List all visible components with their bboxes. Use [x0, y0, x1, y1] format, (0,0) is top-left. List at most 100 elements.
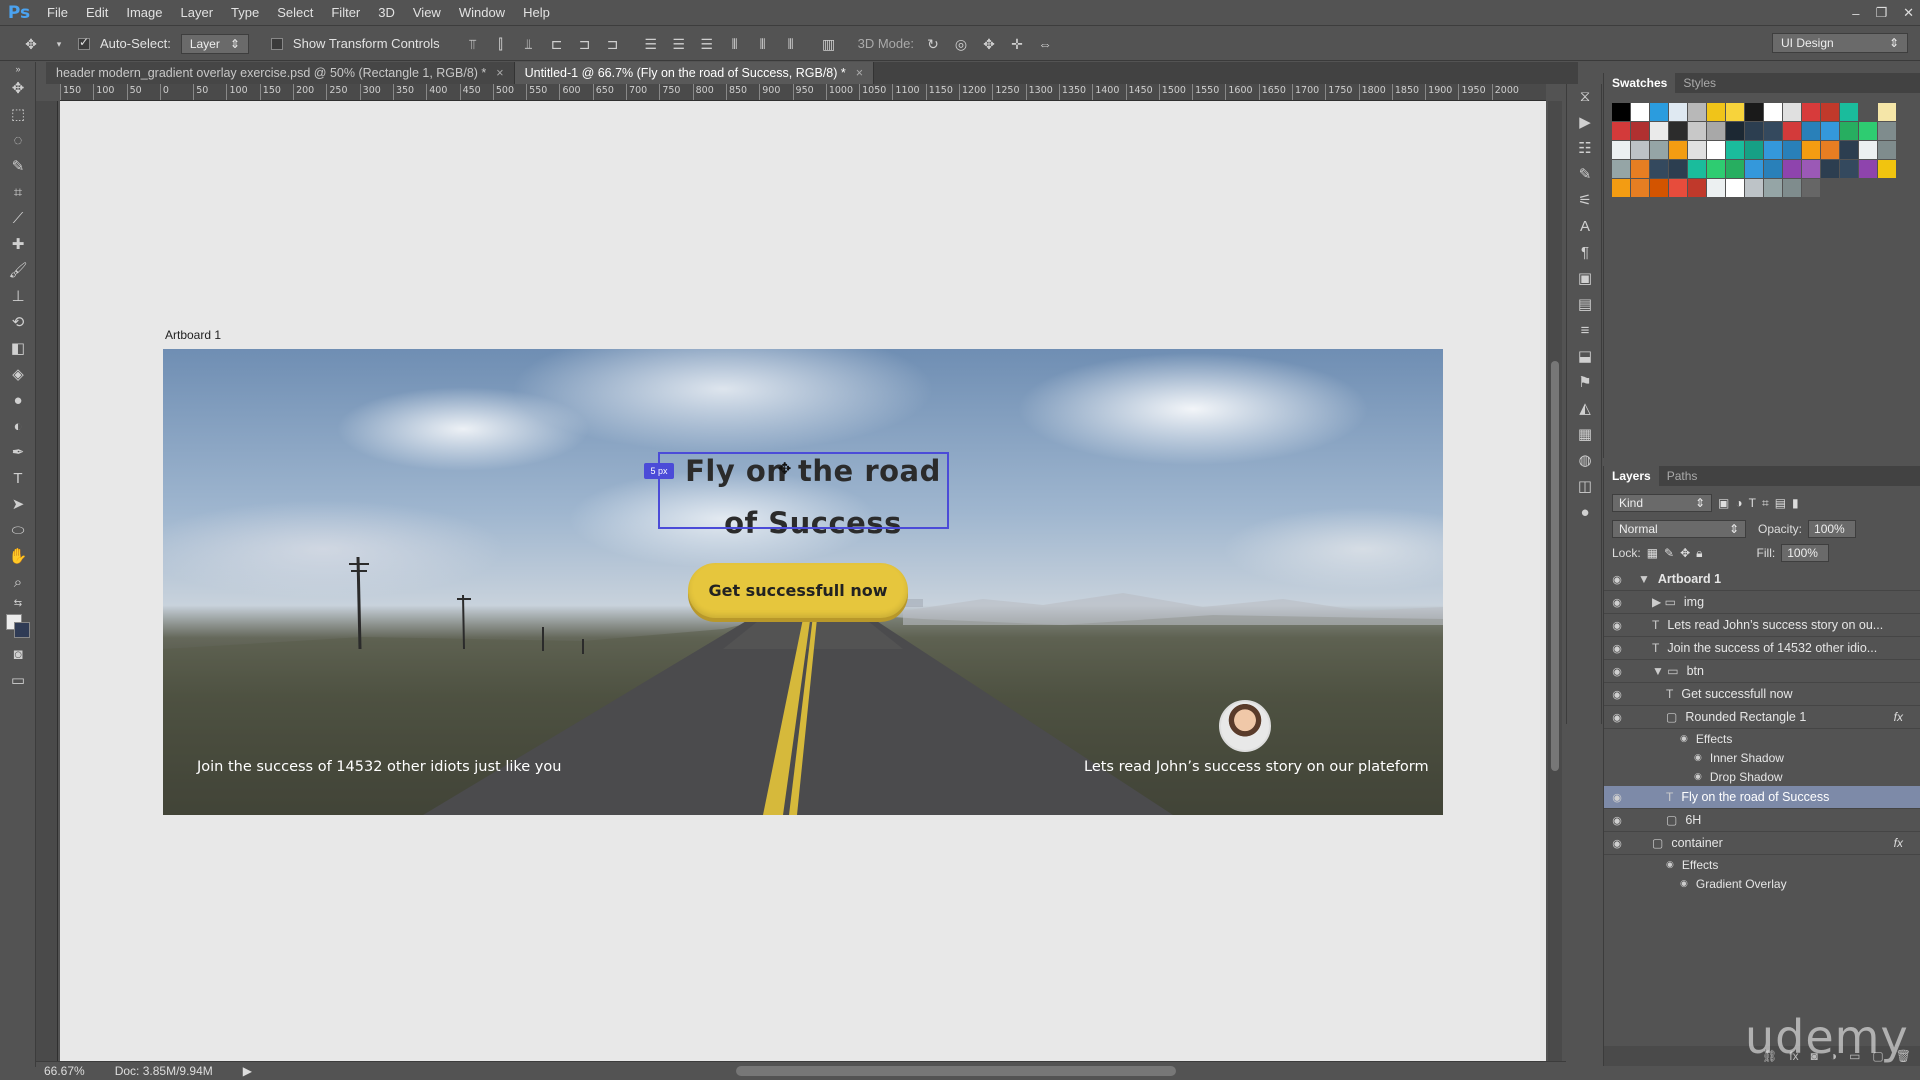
swatch[interactable]	[1783, 141, 1801, 159]
swatch[interactable]	[1650, 103, 1668, 121]
swatch[interactable]	[1726, 141, 1744, 159]
visibility-eye-icon[interactable]: ◉	[1604, 837, 1630, 850]
swatch[interactable]	[1669, 141, 1687, 159]
toolbar-collapse-icon[interactable]: »	[0, 62, 36, 76]
layer-row[interactable]: ◉ ▢ container fx	[1604, 832, 1920, 855]
swatch[interactable]	[1878, 160, 1896, 178]
distribute-top-icon[interactable]: ☰	[642, 35, 660, 53]
marquee-tool-icon[interactable]: ⬚	[0, 102, 36, 128]
zoom-tool-icon[interactable]: ⌕	[0, 570, 36, 596]
visibility-eye-icon[interactable]: ◉	[1604, 573, 1630, 586]
visibility-eye-icon[interactable]: ◉	[1604, 596, 1630, 609]
menu-help[interactable]: Help	[514, 0, 559, 26]
swatch[interactable]	[1802, 160, 1820, 178]
tab-styles[interactable]: Styles	[1675, 73, 1724, 93]
layer-effect-row[interactable]: ◉ Gradient Overlay	[1604, 874, 1920, 893]
tab-untitled-1[interactable]: Untitled-1 @ 66.7% (Fly on the road of S…	[514, 62, 875, 84]
text-selection-bounding-box[interactable]	[658, 452, 949, 529]
lock-transparent-icon[interactable]: ▦	[1647, 546, 1658, 560]
left-caption-text[interactable]: Join the success of 14532 other idiots j…	[197, 759, 561, 775]
layer-row[interactable]: ◉ T Get successfull now	[1604, 683, 1920, 706]
swatch[interactable]	[1821, 103, 1839, 121]
menu-select[interactable]: Select	[268, 0, 322, 26]
3d-rotate-icon[interactable]: ↻	[924, 35, 942, 53]
workspace-dropdown[interactable]: UI Design ⇕	[1772, 33, 1908, 53]
swatch[interactable]	[1726, 122, 1744, 140]
swatch[interactable]	[1783, 122, 1801, 140]
swatch[interactable]	[1821, 122, 1839, 140]
character-icon[interactable]: A	[1567, 214, 1603, 240]
swatch[interactable]	[1859, 122, 1877, 140]
layer-effect-row[interactable]: ◉ Drop Shadow	[1604, 767, 1920, 786]
fill-input[interactable]: 100%	[1781, 544, 1830, 562]
distribute-left-icon[interactable]: ⦀	[726, 35, 744, 53]
type-tool-icon[interactable]: T	[0, 466, 36, 492]
align-hcenter-icon[interactable]: ⊐	[576, 35, 594, 53]
channels-icon[interactable]: ≡	[1567, 318, 1603, 344]
tab-layers[interactable]: Layers	[1604, 466, 1659, 486]
visibility-eye-icon[interactable]: ◉	[1604, 791, 1630, 804]
hand-tool-icon[interactable]: ✋	[0, 544, 36, 570]
swatch[interactable]	[1631, 122, 1649, 140]
swatch[interactable]	[1650, 122, 1668, 140]
swatch[interactable]	[1650, 160, 1668, 178]
paint-bucket-tool-icon[interactable]: ◈	[0, 362, 36, 388]
swatch[interactable]	[1840, 160, 1858, 178]
swatch[interactable]	[1726, 179, 1744, 197]
swatch[interactable]	[1783, 179, 1801, 197]
swatch[interactable]	[1840, 141, 1858, 159]
filter-shape-icon[interactable]: ⌗	[1762, 496, 1769, 511]
paragraph-icon[interactable]: ¶	[1567, 240, 1603, 266]
swatch[interactable]	[1840, 122, 1858, 140]
swatch[interactable]	[1840, 103, 1858, 121]
distribute-bottom-icon[interactable]: ☰	[698, 35, 716, 53]
pen-tool-icon[interactable]: ✒	[0, 440, 36, 466]
tab-paths[interactable]: Paths	[1659, 466, 1706, 486]
swap-colors-icon[interactable]: ⇆	[0, 596, 36, 612]
align-vcenter-icon[interactable]: ⫿	[492, 35, 510, 53]
quick-mask-icon[interactable]: ◙	[0, 642, 36, 668]
filter-adjustment-icon[interactable]: ◑	[1735, 496, 1742, 510]
align-left-icon[interactable]: ⊏	[548, 35, 566, 53]
visibility-eye-icon[interactable]: ◉	[1604, 814, 1630, 827]
swatch[interactable]	[1859, 103, 1877, 121]
notes-icon[interactable]: ▤	[1567, 292, 1603, 318]
path-selection-tool-icon[interactable]: ➤	[0, 492, 36, 518]
swatch[interactable]	[1612, 122, 1630, 140]
lock-position-icon[interactable]: ✥	[1680, 546, 1690, 560]
close-window-button[interactable]: ✕	[1903, 5, 1914, 21]
tab-swatches[interactable]: Swatches	[1604, 73, 1676, 93]
swatch[interactable]	[1688, 122, 1706, 140]
swatch[interactable]	[1612, 103, 1630, 121]
swatch[interactable]	[1821, 160, 1839, 178]
swatch[interactable]	[1859, 160, 1877, 178]
menu-image[interactable]: Image	[117, 0, 171, 26]
filter-smart-icon[interactable]: ▤	[1775, 496, 1786, 510]
swatch[interactable]	[1688, 141, 1706, 159]
menu-3d[interactable]: 3D	[369, 0, 404, 26]
align-right-icon[interactable]: ⊐	[604, 35, 622, 53]
3d-icon[interactable]: ◫	[1567, 474, 1603, 500]
swatch[interactable]	[1707, 141, 1725, 159]
filter-toggle-icon[interactable]: ▮	[1792, 496, 1799, 510]
zoom-level[interactable]: 66.67%	[44, 1064, 85, 1078]
menu-type[interactable]: Type	[222, 0, 268, 26]
visibility-eye-icon[interactable]: ◉	[1604, 619, 1630, 632]
status-menu-icon[interactable]: ▶	[243, 1064, 252, 1078]
artboard-label[interactable]: Artboard 1	[165, 328, 221, 342]
brush-tool-icon[interactable]: 🖌︎	[0, 258, 36, 284]
swatch[interactable]	[1631, 160, 1649, 178]
layer-row[interactable]: ◉ ▢ 6H	[1604, 809, 1920, 832]
layer-row[interactable]: ◉ T Fly on the road of Success	[1604, 786, 1920, 809]
healing-brush-tool-icon[interactable]: ✚	[0, 232, 36, 258]
minimize-button[interactable]: –	[1852, 6, 1859, 21]
swatch[interactable]	[1745, 122, 1763, 140]
layer-row[interactable]: ◉ T Lets read John’s success story on ou..…	[1604, 614, 1920, 637]
horizontal-scroll-thumb[interactable]	[736, 1066, 1176, 1076]
vertical-ruler[interactable]	[36, 101, 58, 1061]
swatch[interactable]	[1726, 103, 1744, 121]
3d-slide-icon[interactable]: ✛	[1008, 35, 1026, 53]
layer-row[interactable]: ◉ ▶ ▭ img	[1604, 591, 1920, 614]
distribute-hcenter-icon[interactable]: ⦀	[754, 35, 772, 53]
swatch[interactable]	[1783, 160, 1801, 178]
